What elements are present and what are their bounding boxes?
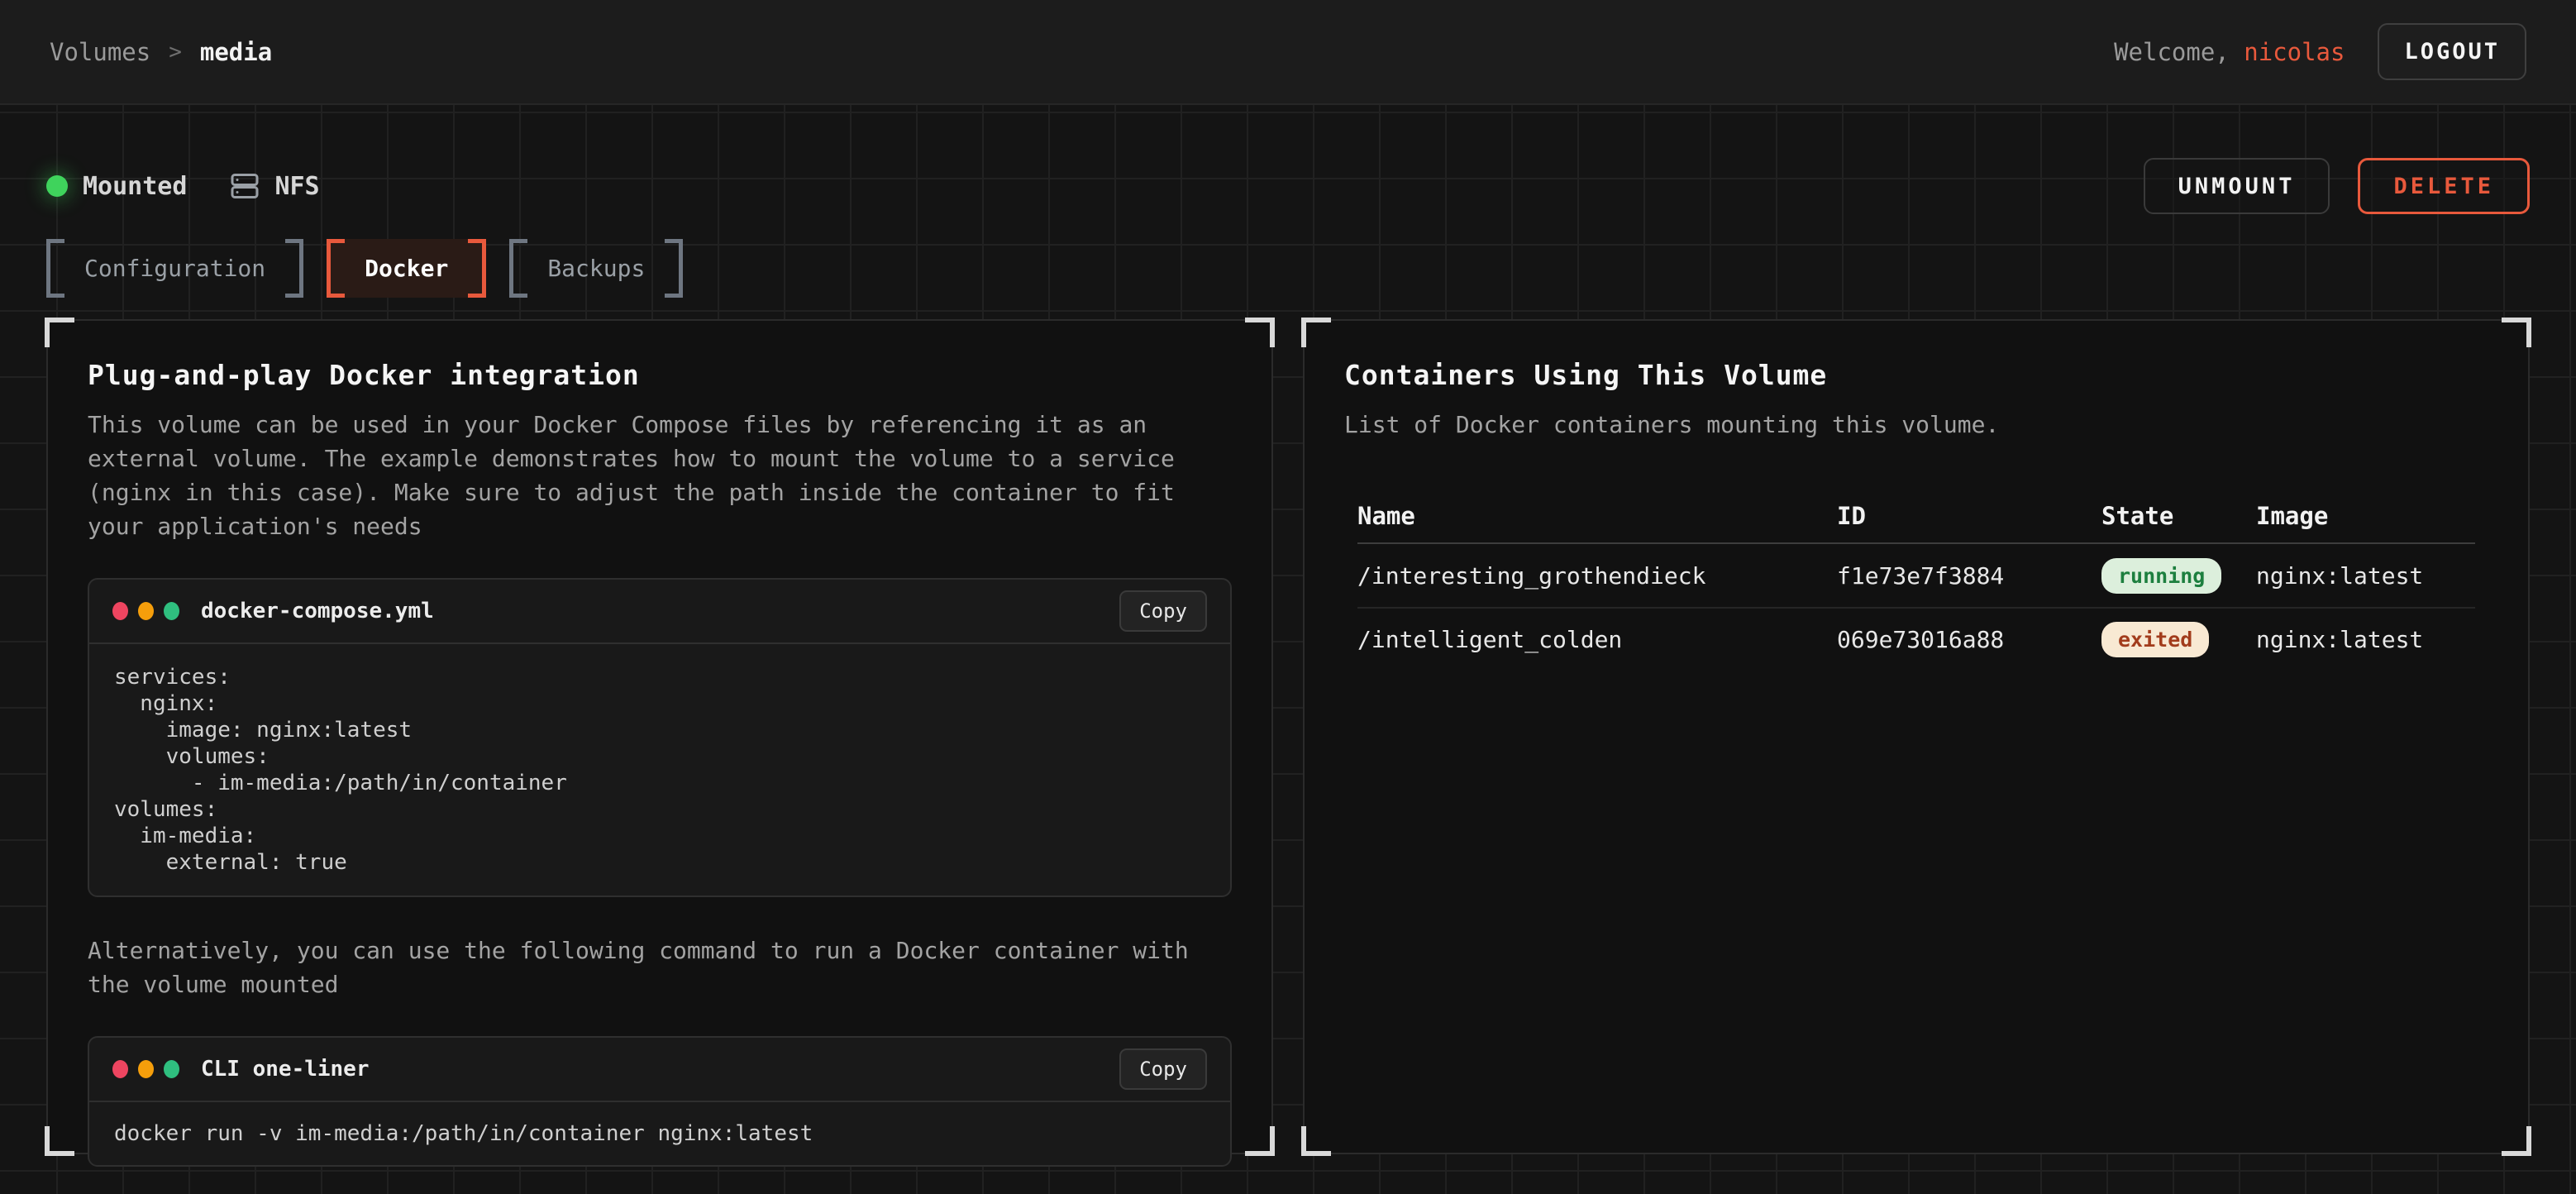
- tab-configuration[interactable]: Configuration: [46, 239, 303, 298]
- panel-corner-bracket: [1301, 1126, 1331, 1156]
- compose-code: services: nginx: image: nginx:latest vol…: [89, 644, 1230, 896]
- container-name: /interesting_grothendieck: [1357, 562, 1837, 590]
- breadcrumb: Volumes > media: [50, 38, 272, 66]
- table-row: /intelligent_colden 069e73016a88 exited …: [1357, 607, 2475, 670]
- compose-copy-button[interactable]: Copy: [1119, 590, 1207, 632]
- traffic-light-red-icon: [112, 1060, 128, 1078]
- cli-copy-button[interactable]: Copy: [1119, 1048, 1207, 1090]
- docker-panel-description: This volume can be used in your Docker C…: [88, 408, 1232, 543]
- compose-filename: docker-compose.yml: [201, 599, 434, 623]
- panel-corner-bracket: [1245, 1126, 1275, 1156]
- unmount-button[interactable]: UNMOUNT: [2144, 158, 2330, 214]
- compose-code-block: docker-compose.yml Copy services: nginx:…: [88, 578, 1232, 897]
- containers-panel-title: Containers Using This Volume: [1344, 359, 2488, 391]
- username: nicolas: [2244, 38, 2345, 66]
- traffic-lights: [112, 602, 179, 620]
- panel-corner-bracket: [45, 1126, 74, 1156]
- breadcrumb-current-volume: media: [200, 38, 272, 66]
- traffic-lights: [112, 1060, 179, 1078]
- containers-panel: Containers Using This Volume List of Doc…: [1303, 319, 2530, 1154]
- column-header-state: State: [2101, 502, 2256, 530]
- volume-actions: UNMOUNT DELETE: [2144, 158, 2530, 214]
- welcome-label: Welcome,: [2114, 38, 2244, 66]
- chevron-right-icon: >: [169, 40, 182, 64]
- main-content: Mounted NFS UNMOUNT DELETE Configuration…: [0, 105, 2576, 1194]
- container-image: nginx:latest: [2256, 562, 2475, 590]
- panel-corner-bracket: [1245, 318, 1275, 347]
- tab-backups[interactable]: Backups: [509, 239, 683, 298]
- panel-corner-bracket: [2502, 318, 2531, 347]
- status-row: Mounted NFS UNMOUNT DELETE: [46, 105, 2530, 214]
- breadcrumb-volumes-link[interactable]: Volumes: [50, 38, 150, 66]
- tabs: Configuration Docker Backups: [46, 239, 2530, 298]
- panel-corner-bracket: [45, 318, 74, 347]
- cli-code-header: CLI one-liner Copy: [89, 1038, 1230, 1102]
- container-image: nginx:latest: [2256, 626, 2475, 653]
- column-header-id: ID: [1837, 502, 2101, 530]
- containers-table: Name ID State Image /interesting_grothen…: [1344, 490, 2488, 670]
- cli-intro-text: Alternatively, you can use the following…: [88, 934, 1232, 1001]
- state-badge: running: [2101, 558, 2221, 594]
- panels: Plug-and-play Docker integration This vo…: [46, 319, 2530, 1154]
- cli-code-block: CLI one-liner Copy docker run -v im-medi…: [88, 1036, 1232, 1167]
- volume-status-group: Mounted NFS: [46, 171, 320, 201]
- compose-code-header: docker-compose.yml Copy: [89, 580, 1230, 644]
- panel-corner-bracket: [2502, 1126, 2531, 1156]
- table-header-row: Name ID State Image: [1357, 490, 2475, 544]
- traffic-light-green-icon: [164, 602, 179, 620]
- driver-status: NFS: [230, 171, 319, 201]
- cli-code: docker run -v im-media:/path/in/containe…: [89, 1102, 1230, 1165]
- column-header-name: Name: [1357, 502, 1837, 530]
- mounted-status: Mounted: [46, 172, 187, 201]
- topbar-right: Welcome, nicolas LOGOUT: [2114, 23, 2526, 80]
- mounted-label: Mounted: [83, 172, 187, 201]
- traffic-light-green-icon: [164, 1060, 179, 1078]
- container-name: /intelligent_colden: [1357, 626, 1837, 653]
- tab-docker[interactable]: Docker: [327, 239, 486, 298]
- traffic-light-amber-icon: [138, 1060, 154, 1078]
- traffic-light-red-icon: [112, 602, 128, 620]
- welcome-text: Welcome, nicolas: [2114, 38, 2345, 66]
- docker-integration-panel: Plug-and-play Docker integration This vo…: [46, 319, 1273, 1154]
- container-id: f1e73e7f3884: [1837, 562, 2101, 590]
- state-badge: exited: [2101, 622, 2209, 657]
- column-header-image: Image: [2256, 502, 2475, 530]
- server-icon: [230, 171, 260, 201]
- cli-title: CLI one-liner: [201, 1057, 370, 1082]
- mounted-status-dot-icon: [46, 175, 68, 197]
- topbar: Volumes > media Welcome, nicolas LOGOUT: [0, 0, 2576, 105]
- traffic-light-amber-icon: [138, 602, 154, 620]
- delete-button[interactable]: DELETE: [2358, 158, 2530, 214]
- logout-button[interactable]: LOGOUT: [2378, 23, 2526, 80]
- docker-panel-title: Plug-and-play Docker integration: [88, 359, 1232, 391]
- container-id: 069e73016a88: [1837, 626, 2101, 653]
- containers-panel-subtitle: List of Docker containers mounting this …: [1344, 408, 2488, 442]
- table-row: /interesting_grothendieck f1e73e7f3884 r…: [1357, 544, 2475, 607]
- panel-corner-bracket: [1301, 318, 1331, 347]
- driver-label: NFS: [274, 172, 319, 201]
